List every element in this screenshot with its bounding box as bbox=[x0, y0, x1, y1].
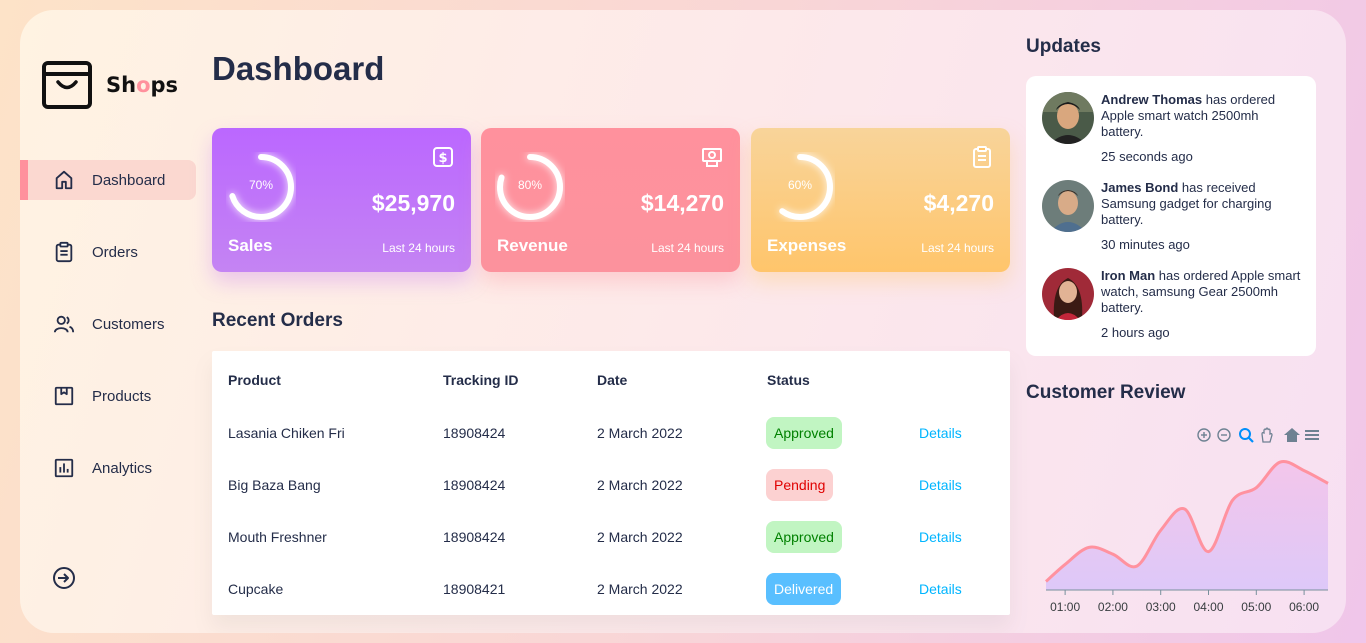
sidebar-item-customers[interactable]: Customers bbox=[20, 304, 196, 344]
cell-product: Mouth Freshner bbox=[228, 529, 327, 545]
shopping-bag-icon bbox=[42, 61, 92, 109]
avatar bbox=[1042, 92, 1094, 144]
details-link[interactable]: Details bbox=[919, 581, 962, 597]
home-icon bbox=[55, 170, 73, 190]
sales-card[interactable]: 70% $ $25,970 Sales Last 24 hours bbox=[212, 128, 471, 272]
avatar bbox=[1042, 268, 1094, 320]
status-badge: Approved bbox=[766, 417, 842, 449]
sidebar-item-orders[interactable]: Orders bbox=[20, 232, 196, 272]
update-time: 25 seconds ago bbox=[1101, 149, 1193, 164]
details-link[interactable]: Details bbox=[919, 425, 962, 441]
card-value: $25,970 bbox=[371, 190, 455, 216]
users-icon bbox=[53, 315, 75, 333]
orders-table: Product Tracking ID Date Status Lasania … bbox=[212, 351, 1010, 615]
status-badge: Pending bbox=[766, 469, 834, 501]
cell-tracking-id: 18908421 bbox=[443, 581, 506, 597]
card-value: $4,270 bbox=[923, 190, 994, 216]
sidebar-item-label: Products bbox=[92, 387, 152, 405]
details-link[interactable]: Details bbox=[919, 529, 962, 545]
x-axis: 01:00 02:00 03:00 04:00 05:00 06:00 bbox=[1050, 590, 1319, 614]
area-fill bbox=[1046, 461, 1328, 590]
progress-percent: 80% bbox=[517, 178, 543, 192]
cell-date: 2 March 2022 bbox=[597, 425, 683, 441]
clipboard-icon bbox=[55, 241, 73, 263]
card-title: Expenses bbox=[767, 236, 847, 255]
status-badge: Approved bbox=[766, 521, 842, 553]
app-window: Shops Dashboard Orders Customers Product… bbox=[20, 10, 1346, 633]
column-header-product: Product bbox=[228, 372, 281, 388]
column-header-date: Date bbox=[597, 372, 628, 388]
x-tick-label: 01:00 bbox=[1050, 600, 1080, 614]
update-text: Iron Man has ordered Apple smart watch, … bbox=[1101, 268, 1301, 315]
progress-percent: 70% bbox=[248, 178, 274, 192]
status-badge: Delivered bbox=[766, 573, 842, 605]
x-tick-label: 02:00 bbox=[1098, 600, 1128, 614]
card-title: Revenue bbox=[497, 236, 568, 255]
dollar-icon: $ bbox=[433, 147, 453, 167]
x-tick-label: 06:00 bbox=[1289, 600, 1319, 614]
column-header-tracking-id: Tracking ID bbox=[443, 372, 519, 388]
sidebar-item-analytics[interactable]: Analytics bbox=[20, 448, 196, 488]
logo: Shops bbox=[42, 60, 178, 110]
cell-tracking-id: 18908424 bbox=[443, 425, 506, 441]
card-value: $14,270 bbox=[640, 190, 724, 216]
updates-title: Updates bbox=[1026, 36, 1101, 57]
x-tick-label: 03:00 bbox=[1146, 600, 1176, 614]
brand-name: Shops bbox=[106, 73, 179, 97]
card-subtitle: Last 24 hours bbox=[921, 241, 994, 255]
cell-product: Big Baza Bang bbox=[228, 477, 321, 493]
update-text: Andrew Thomas has ordered Apple smart wa… bbox=[1101, 92, 1276, 139]
sidebar-item-products[interactable]: Products bbox=[20, 376, 196, 416]
progress-percent: 60% bbox=[787, 178, 813, 192]
svg-text:$: $ bbox=[438, 151, 447, 166]
menu-icon[interactable] bbox=[1305, 430, 1319, 440]
update-text: James Bond has received Samsung gadget f… bbox=[1101, 180, 1272, 227]
x-tick-label: 04:00 bbox=[1193, 600, 1223, 614]
sidebar-item-label: Orders bbox=[92, 243, 138, 261]
x-tick-label: 05:00 bbox=[1241, 600, 1271, 614]
page-title: Dashboard bbox=[212, 50, 385, 87]
column-header-status: Status bbox=[767, 372, 810, 388]
sidebar-item-dashboard[interactable]: Dashboard bbox=[20, 160, 196, 200]
cell-product: Lasania Chiken Fri bbox=[228, 425, 345, 441]
update-user-name: James Bond bbox=[1101, 180, 1179, 195]
update-user-name: Andrew Thomas bbox=[1101, 92, 1203, 107]
customer-review-title: Customer Review bbox=[1026, 382, 1186, 403]
update-user-name: Iron Man bbox=[1101, 268, 1156, 283]
sidebar-item-label: Customers bbox=[92, 315, 165, 333]
clipboard-icon bbox=[973, 146, 991, 168]
customer-review-chart: 01:00 02:00 03:00 04:00 05:00 06:00 bbox=[1044, 459, 1329, 614]
cell-date: 2 March 2022 bbox=[597, 477, 683, 493]
cell-tracking-id: 18908424 bbox=[443, 477, 506, 493]
revenue-card[interactable]: 80% $14,270 Revenue Last 24 hours bbox=[481, 128, 740, 272]
card-title: Sales bbox=[228, 236, 273, 255]
cell-date: 2 March 2022 bbox=[597, 529, 683, 545]
cell-tracking-id: 18908424 bbox=[443, 529, 506, 545]
money-icon bbox=[702, 148, 722, 167]
cell-product: Cupcake bbox=[228, 581, 284, 597]
recent-orders-title: Recent Orders bbox=[212, 310, 343, 331]
updates-panel: Andrew Thomas has ordered Apple smart wa… bbox=[1026, 76, 1316, 356]
update-time: 30 minutes ago bbox=[1101, 237, 1190, 252]
sidebar-item-label: Dashboard bbox=[92, 171, 166, 189]
card-subtitle: Last 24 hours bbox=[651, 241, 724, 255]
expenses-card[interactable]: 60% $4,270 Expenses Last 24 hours bbox=[751, 128, 1010, 272]
bar-chart-icon bbox=[54, 458, 74, 478]
package-icon bbox=[54, 386, 74, 406]
sign-out-icon[interactable] bbox=[52, 566, 76, 590]
card-subtitle: Last 24 hours bbox=[382, 241, 455, 255]
sidebar-item-label: Analytics bbox=[92, 459, 153, 477]
cell-date: 2 March 2022 bbox=[597, 581, 683, 597]
details-link[interactable]: Details bbox=[919, 477, 962, 493]
update-time: 2 hours ago bbox=[1101, 325, 1170, 340]
avatar bbox=[1042, 180, 1094, 232]
